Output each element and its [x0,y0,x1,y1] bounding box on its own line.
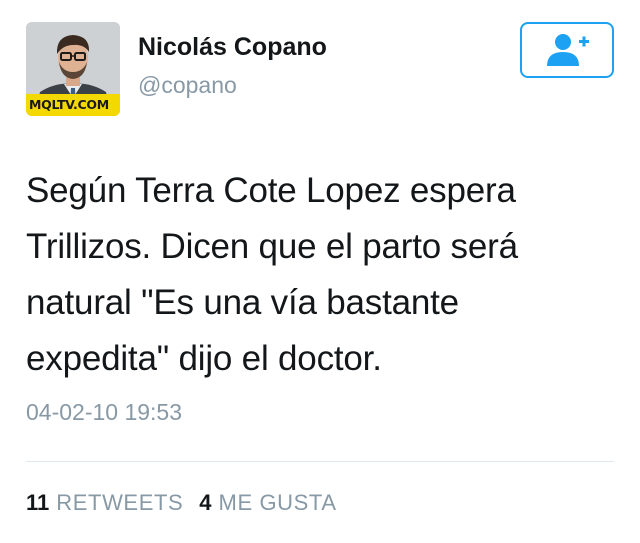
likes-stat[interactable]: 4 ME GUSTA [199,490,336,516]
retweets-label: RETWEETS [56,490,184,515]
tweet-stats: 11 RETWEETS 4 ME GUSTA [26,490,337,516]
avatar[interactable]: MQLTV.COM [26,22,120,116]
retweets-stat[interactable]: 11 RETWEETS [26,490,183,516]
retweets-count: 11 [26,490,50,515]
avatar-watermark: MQLTV.COM [26,94,120,116]
tweet-text: Según Terra Cote Lopez espera Trillizos.… [26,171,518,378]
user-handle[interactable]: @copano [138,72,237,99]
likes-label: ME GUSTA [218,490,337,515]
follow-person-plus-icon [547,34,589,66]
divider [26,461,614,462]
display-name[interactable]: Nicolás Copano [138,33,327,62]
follow-button[interactable] [520,22,614,78]
likes-count: 4 [199,490,212,515]
tweet-timestamp[interactable]: 04-02-10 19:53 [26,399,182,426]
